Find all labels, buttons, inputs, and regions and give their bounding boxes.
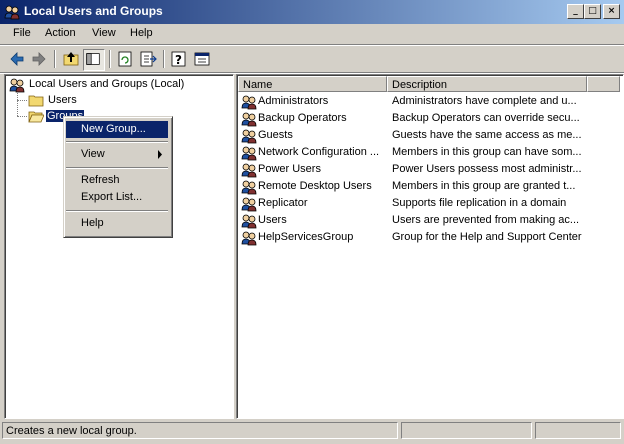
window-title: Local Users and Groups bbox=[24, 4, 163, 18]
show-hide-tree-icon bbox=[86, 53, 100, 65]
context-menu-view[interactable]: View bbox=[66, 146, 168, 163]
menu-view[interactable]: View bbox=[92, 27, 116, 39]
group-icon bbox=[241, 214, 257, 229]
list-item[interactable]: Replicator Supports file replication in a… bbox=[238, 196, 618, 213]
group-description: Members in this group can have som... bbox=[392, 146, 582, 158]
submenu-arrow-icon bbox=[158, 150, 162, 159]
group-icon bbox=[241, 231, 257, 246]
group-description: Administrators have complete and u... bbox=[392, 95, 577, 107]
group-name: Backup Operators bbox=[258, 112, 347, 124]
tree-connector bbox=[17, 100, 27, 101]
menu-help[interactable]: Help bbox=[130, 27, 153, 39]
toolbar-separator bbox=[109, 50, 111, 68]
show-hide-tree-button[interactable] bbox=[83, 49, 105, 71]
group-icon bbox=[241, 146, 257, 161]
group-name: Network Configuration ... bbox=[258, 146, 380, 158]
back-arrow-icon[interactable] bbox=[7, 49, 27, 69]
group-icon bbox=[241, 95, 257, 110]
group-description: Guests have the same access as me... bbox=[392, 129, 582, 141]
forward-arrow-icon[interactable] bbox=[29, 49, 49, 69]
tree-item-users[interactable]: Users bbox=[48, 94, 77, 106]
tree-connector bbox=[17, 90, 18, 116]
status-panel-3 bbox=[535, 422, 621, 439]
close-button[interactable]: × bbox=[603, 4, 620, 19]
group-description: Members in this group are granted t... bbox=[392, 180, 576, 192]
svg-text:?: ? bbox=[175, 53, 182, 67]
maximize-button[interactable]: □ bbox=[584, 4, 601, 19]
group-description: Users are prevented from making ac... bbox=[392, 214, 580, 226]
context-menu-view-label: View bbox=[81, 148, 105, 160]
group-name: Guests bbox=[258, 129, 293, 141]
open-folder-icon bbox=[28, 111, 44, 123]
tree-root-label[interactable]: Local Users and Groups (Local) bbox=[29, 78, 184, 90]
group-name: Replicator bbox=[258, 197, 308, 209]
group-name: Remote Desktop Users bbox=[258, 180, 372, 192]
context-menu-refresh[interactable]: Refresh bbox=[66, 172, 168, 189]
group-description: Supports file replication in a domain bbox=[392, 197, 567, 209]
group-description: Backup Operators can override secu... bbox=[392, 112, 580, 124]
list-item[interactable]: Remote Desktop Users Members in this grou… bbox=[238, 179, 618, 196]
group-name: HelpServicesGroup bbox=[258, 231, 354, 243]
list-item[interactable]: HelpServicesGroup Group for the Help and … bbox=[238, 230, 618, 247]
context-menu-separator bbox=[66, 141, 168, 143]
status-panel-2 bbox=[401, 422, 532, 439]
group-icon bbox=[241, 180, 257, 195]
help-icon[interactable]: ? bbox=[169, 49, 189, 69]
list-item[interactable]: Administrators Administrators have comple… bbox=[238, 94, 618, 111]
list-item[interactable]: Users Users are prevented from making ac.… bbox=[238, 213, 618, 230]
menu-action[interactable]: Action bbox=[45, 27, 76, 39]
list-item[interactable]: Network Configuration ... Members in this… bbox=[238, 145, 618, 162]
list-item[interactable]: Backup Operators Backup Operators can ove… bbox=[238, 111, 618, 128]
context-menu-new-group[interactable]: New Group... bbox=[66, 121, 168, 138]
toolbar-separator bbox=[54, 50, 56, 68]
column-header-filler bbox=[587, 76, 620, 92]
group-icon bbox=[241, 112, 257, 127]
tree-connector bbox=[17, 116, 27, 117]
group-icon bbox=[241, 163, 257, 178]
menu-file[interactable]: File bbox=[13, 27, 31, 39]
list-item[interactable]: Power Users Power Users possess most admi… bbox=[238, 162, 618, 179]
minimize-button[interactable]: _ bbox=[567, 4, 584, 19]
toolbar-separator bbox=[163, 50, 165, 68]
users-groups-icon bbox=[4, 5, 20, 20]
column-header-description[interactable]: Description bbox=[387, 76, 587, 92]
context-menu-separator bbox=[66, 167, 168, 169]
group-name: Power Users bbox=[258, 163, 321, 175]
group-name: Administrators bbox=[258, 95, 329, 107]
context-menu-export-list[interactable]: Export List... bbox=[66, 189, 168, 206]
refresh-icon[interactable] bbox=[115, 49, 135, 69]
context-menu-separator bbox=[66, 210, 168, 212]
properties-icon[interactable] bbox=[192, 49, 212, 69]
group-description: Group for the Help and Support Center bbox=[392, 231, 582, 243]
folder-icon bbox=[28, 95, 44, 107]
group-name: Users bbox=[258, 214, 287, 226]
users-groups-icon bbox=[9, 78, 25, 93]
up-folder-icon[interactable] bbox=[61, 49, 81, 69]
group-icon bbox=[241, 129, 257, 144]
status-text: Creates a new local group. bbox=[2, 422, 398, 439]
export-list-icon[interactable] bbox=[138, 49, 158, 69]
group-description: Power Users possess most administr... bbox=[392, 163, 582, 175]
group-icon bbox=[241, 197, 257, 212]
column-header-name[interactable]: Name bbox=[238, 76, 387, 92]
context-menu-help[interactable]: Help bbox=[66, 215, 168, 232]
list-item[interactable]: Guests Guests have the same access as me.… bbox=[238, 128, 618, 145]
